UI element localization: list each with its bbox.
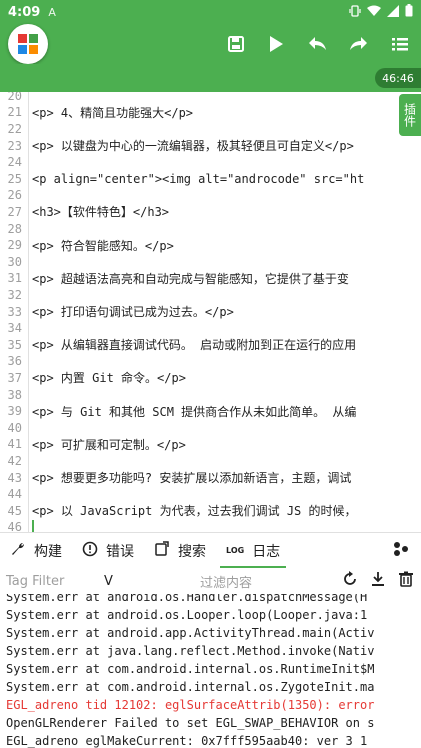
line-number: 37 (7, 370, 22, 385)
line-number: 41 (7, 437, 22, 452)
log-line[interactable]: EGL_adreno tid 12102: eglSurfaceAttrib(1… (6, 696, 374, 714)
line-number: 20 (7, 92, 22, 103)
log-line[interactable]: OpenGLRenderer Failed to set EGL_SWAP_BE… (6, 714, 374, 732)
line-number: 28 (7, 221, 22, 236)
code-text: <p align="center"><img alt="androcode" s… (32, 171, 365, 186)
status-icons (349, 4, 413, 20)
tab-log[interactable]: LOG 日志 (216, 533, 290, 569)
log-line[interactable]: EGL_adreno eglMakeCurrent: 0x7fff595aab4… (6, 732, 367, 748)
tab-errors[interactable]: 错误 (72, 533, 144, 569)
line-number: 33 (7, 304, 22, 319)
log-line[interactable]: System.err at java.lang.reflect.Method.i… (6, 642, 374, 660)
tab-log-label: 日志 (252, 543, 281, 560)
tag-filter-input[interactable]: Tag Filter (6, 574, 64, 589)
status-time: 4:09 (8, 4, 41, 20)
line-number: 38 (7, 387, 22, 402)
line-number: 45 (7, 503, 22, 518)
code-editor[interactable]: 20 21 <p> 4、精简且功能强大</p> 22 23 <p> 以键盘为中心的一流编辑… (0, 92, 421, 532)
log-filter-bar: Tag Filter V 过滤内容 (0, 568, 421, 594)
line-number: 36 (7, 354, 22, 369)
run-icon[interactable] (262, 30, 290, 58)
line-number: 43 (7, 470, 22, 485)
bottom-panel-tabs: 构建 错误 搜索 LOG 日志 (0, 532, 421, 569)
status-bar: 4:09 A (0, 0, 421, 24)
editor-time-chip: 46:46 (375, 68, 421, 88)
line-number: 46 (7, 520, 22, 532)
line-number: 24 (7, 155, 22, 170)
log-line[interactable]: System.err at android.os.Handler.dispatc… (6, 594, 367, 606)
tab-errors-label: 错误 (106, 543, 134, 560)
line-number: 29 (7, 238, 22, 253)
sim-icon: A (48, 5, 56, 19)
line-number: 30 (7, 254, 22, 269)
editor-gutter-divider (28, 92, 29, 532)
line-number: 22 (7, 121, 22, 136)
content-filter-input[interactable]: 过滤内容 (200, 572, 252, 591)
line-number: 23 (7, 138, 22, 153)
log-line[interactable]: System.err at com.android.internal.os.Zy… (6, 678, 374, 696)
tab-build-label: 构建 (34, 543, 62, 560)
line-number: 21 (7, 105, 22, 120)
download-icon[interactable] (370, 571, 386, 591)
line-number: 27 (7, 204, 22, 219)
log-line[interactable]: System.err at com.android.internal.os.Ru… (6, 660, 374, 678)
signal-icon (387, 4, 399, 20)
level-select[interactable]: V (104, 574, 113, 589)
line-number: 40 (7, 420, 22, 435)
line-number: 31 (7, 271, 22, 286)
menu-icon[interactable] (386, 30, 414, 58)
line-number: 39 (7, 404, 22, 419)
tab-search[interactable]: 搜索 (144, 533, 216, 569)
toolbar (0, 24, 421, 64)
code-line[interactable]: 46 (0, 518, 421, 532)
log-line[interactable]: System.err at android.app.ActivityThread… (6, 624, 374, 642)
refresh-icon[interactable] (342, 571, 358, 591)
line-number: 32 (7, 287, 22, 302)
log-icon: LOG (226, 546, 245, 555)
panel-menu-icon[interactable] (391, 540, 421, 562)
line-number: 44 (7, 487, 22, 502)
vibrate-icon (349, 4, 361, 20)
battery-icon (405, 4, 413, 20)
search-icon (154, 541, 170, 560)
log-line[interactable]: System.err at android.os.Looper.loop(Loo… (6, 606, 367, 624)
tab-strip (0, 64, 421, 92)
app-logo-icon[interactable] (8, 24, 48, 64)
delete-icon[interactable] (398, 571, 414, 591)
redo-icon[interactable] (344, 30, 372, 58)
save-icon[interactable] (222, 30, 250, 58)
line-number: 35 (7, 337, 22, 352)
log-output[interactable]: System.err at android.os.Handler.dispatc… (0, 594, 421, 748)
line-number: 26 (7, 188, 22, 203)
line-number: 25 (7, 171, 22, 186)
error-icon (82, 541, 98, 560)
undo-icon[interactable] (304, 30, 332, 58)
tab-build[interactable]: 构建 (0, 533, 72, 569)
text-cursor (32, 519, 34, 532)
line-number: 34 (7, 321, 22, 336)
line-number: 42 (7, 453, 22, 468)
plugin-side-tab[interactable]: 插件 (399, 94, 421, 136)
wrench-icon (10, 541, 26, 560)
wifi-icon (367, 5, 381, 20)
tab-search-label: 搜索 (178, 543, 206, 560)
